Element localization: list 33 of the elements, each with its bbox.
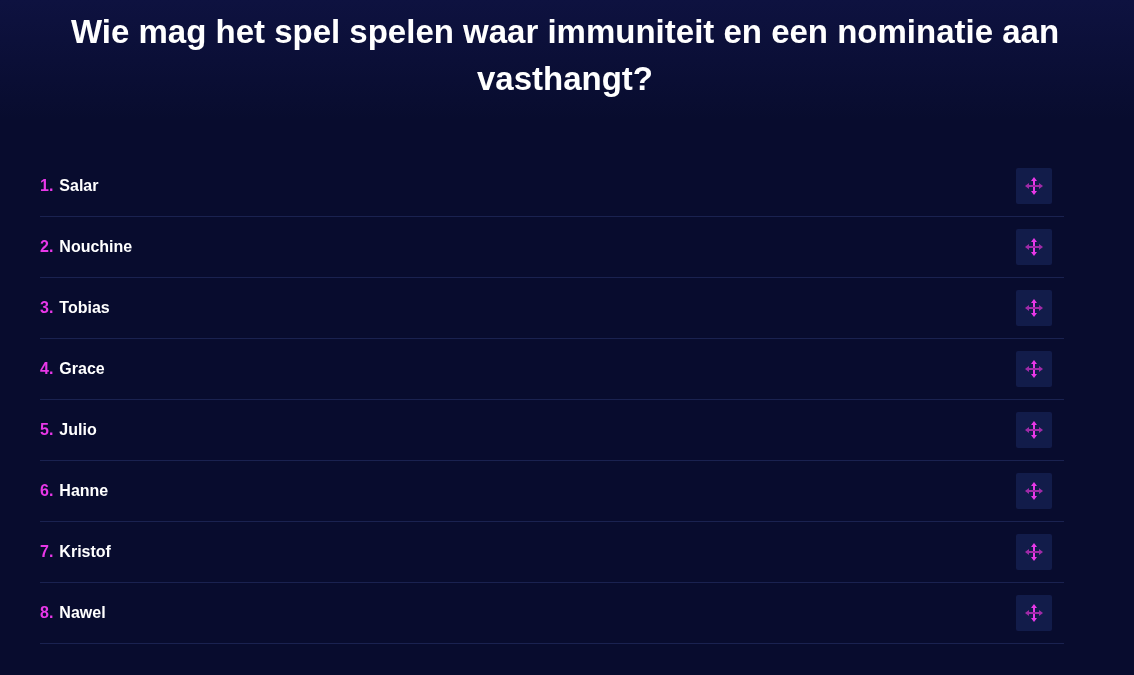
- move-icon: [1024, 481, 1044, 501]
- rank-number: 3.: [40, 299, 54, 317]
- drag-handle[interactable]: [1016, 351, 1052, 387]
- rank-number: 8.: [40, 604, 54, 622]
- move-icon: [1024, 237, 1044, 257]
- move-icon: [1024, 420, 1044, 440]
- rank-number: 1.: [40, 177, 54, 195]
- question-title: Wie mag het spel spelen waar immuniteit en een nominatie aan vasthangt?: [69, 12, 1061, 99]
- drag-handle[interactable]: [1016, 412, 1052, 448]
- rank-number: 7.: [40, 543, 54, 561]
- move-icon: [1024, 542, 1044, 562]
- rank-number: 4.: [40, 360, 54, 378]
- rank-number: 5.: [40, 421, 54, 439]
- move-icon: [1024, 298, 1044, 318]
- drag-handle[interactable]: [1016, 473, 1052, 509]
- drag-handle[interactable]: [1016, 290, 1052, 326]
- contestant-name: Kristof: [59, 543, 112, 561]
- rank-number: 6.: [40, 482, 54, 500]
- move-icon: [1024, 359, 1044, 379]
- contestant-name: Nouchine: [59, 238, 134, 256]
- drag-handle[interactable]: [1016, 534, 1052, 570]
- move-icon: [1024, 176, 1044, 196]
- rank-number: 2.: [40, 238, 54, 256]
- move-icon: [1024, 603, 1044, 623]
- contestant-name: Julio: [59, 421, 98, 439]
- drag-handle[interactable]: [1016, 168, 1052, 204]
- contestant-name: Tobias: [59, 299, 111, 317]
- contestant-name: Nawel: [59, 604, 107, 622]
- drag-handle[interactable]: [1016, 229, 1052, 265]
- contestant-name: Hanne: [59, 482, 110, 500]
- drag-handle[interactable]: [1016, 595, 1052, 631]
- contestant-name: Salar: [59, 177, 100, 195]
- contestant-name: Grace: [59, 360, 106, 378]
